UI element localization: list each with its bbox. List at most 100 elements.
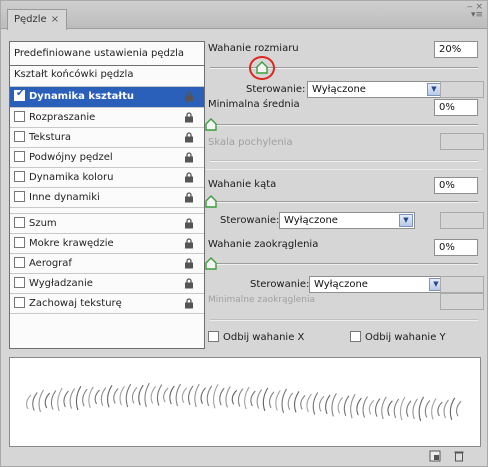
lock-icon[interactable] <box>184 91 194 102</box>
roundness-jitter-slider[interactable] <box>210 263 478 265</box>
list-item-wet-edges[interactable]: Mokre krawędzie <box>10 234 204 254</box>
checkbox[interactable] <box>208 331 219 342</box>
bristle-mark <box>50 390 57 410</box>
bristle-mark <box>206 385 213 407</box>
bristle-mark <box>306 393 312 413</box>
tilt-scale-label: Skala pochylenia <box>208 137 293 148</box>
tilt-scale-slider <box>210 160 478 162</box>
checkbox-wet-edges[interactable] <box>14 237 25 248</box>
checkbox-smoothing[interactable] <box>14 277 25 288</box>
tab-close-icon[interactable]: × <box>51 14 59 25</box>
angle-jitter-label: Wahanie kąta <box>208 179 277 190</box>
list-item-color-dynamics[interactable]: Dynamika koloru <box>10 168 204 188</box>
list-item-label: Tekstura <box>29 132 72 143</box>
roundness-control-select[interactable]: Wyłączone ▼ <box>309 276 445 293</box>
bristle-mark <box>437 401 443 417</box>
bristle-mark <box>331 393 337 417</box>
size-jitter-field[interactable]: 20% <box>434 41 478 58</box>
bristle-mark <box>175 383 182 407</box>
lock-icon[interactable] <box>184 218 194 229</box>
angle-jitter-slider[interactable] <box>210 201 478 203</box>
list-item-noise[interactable]: Szum <box>10 214 204 234</box>
bristle-mark <box>100 387 107 406</box>
brush-presets-button[interactable]: Predefiniowane ustawienia pędzla <box>10 42 204 66</box>
bristle-mark <box>350 393 356 419</box>
list-item-label: Dynamika koloru <box>29 172 114 183</box>
bristle-mark <box>368 399 375 415</box>
checkbox-texture[interactable] <box>14 131 25 142</box>
checkbox-noise[interactable] <box>14 217 25 228</box>
lock-icon[interactable] <box>184 132 194 143</box>
flip-y-checkbox[interactable]: Odbij wahanie Y <box>350 331 446 343</box>
roundness-jitter-field[interactable]: 0% <box>434 239 478 256</box>
lock-icon[interactable] <box>184 298 194 309</box>
bristle-mark <box>138 384 144 406</box>
list-item-label: Wygładzanie <box>29 278 93 289</box>
lock-icon[interactable] <box>184 172 194 183</box>
checkbox-scattering[interactable] <box>14 111 25 122</box>
list-item-other-dynamics[interactable]: Inne dynamiki <box>10 188 204 208</box>
checkbox-protect-texture[interactable] <box>14 297 25 308</box>
size-jitter-label: Wahanie rozmiaru <box>208 43 299 54</box>
bristle-mark <box>244 386 250 410</box>
bristle-mark <box>200 387 206 405</box>
min-diameter-field[interactable]: 0% <box>434 99 478 116</box>
list-item-dual-brush[interactable]: Podwójny pędzel <box>10 148 204 168</box>
chevron-down-icon[interactable]: ▼ <box>399 214 413 227</box>
tilt-scale-field <box>440 133 484 150</box>
list-item-brush-tip-shape[interactable]: Kształt końcówki pędzla <box>10 66 204 87</box>
stroke-preview-graphic <box>25 382 462 422</box>
checkbox-dual-brush[interactable] <box>14 151 25 162</box>
list-item-texture[interactable]: Tekstura <box>10 128 204 148</box>
flip-x-checkbox[interactable]: Odbij wahanie X <box>208 331 304 343</box>
slider-thumb-icon[interactable] <box>205 257 217 270</box>
angle-jitter-field[interactable]: 0% <box>434 177 478 194</box>
panel-menu-icon[interactable]: ▾≡ <box>467 11 483 20</box>
list-item-smoothing[interactable]: Wygładzanie <box>10 274 204 294</box>
angle-control-select[interactable]: Wyłączone ▼ <box>279 212 415 229</box>
checkbox-airbrush[interactable] <box>14 257 25 268</box>
slider-thumb-icon[interactable] <box>205 118 217 131</box>
window-controls[interactable]: ‒ × ▾≡ <box>467 3 483 20</box>
trash-icon[interactable] <box>453 450 465 462</box>
slider-thumb-icon[interactable] <box>205 195 217 208</box>
list-item-protect-texture[interactable]: Zachowaj teksturę <box>10 294 204 314</box>
checkbox-color-dynamics[interactable] <box>14 171 25 182</box>
lock-icon[interactable] <box>184 258 194 269</box>
bristle-mark <box>125 383 132 408</box>
bristle-mark <box>156 384 163 406</box>
bristle-mark <box>362 396 368 418</box>
bristle-mark <box>212 384 219 409</box>
chevron-down-icon[interactable]: ▼ <box>427 83 441 96</box>
min-diameter-slider[interactable] <box>210 124 478 126</box>
bristle-mark <box>374 398 381 417</box>
list-item-label: Zachowaj teksturę <box>29 298 122 309</box>
lock-icon[interactable] <box>184 112 194 123</box>
list-item-scattering[interactable]: Rozpraszanie <box>10 108 204 128</box>
bristle-mark <box>144 382 150 408</box>
lock-icon[interactable] <box>184 238 194 249</box>
lock-icon[interactable] <box>184 278 194 289</box>
bristle-mark <box>187 385 194 406</box>
bristle-mark <box>418 396 425 422</box>
checkbox[interactable] <box>350 331 361 342</box>
brush-stroke-preview <box>9 357 481 447</box>
bristle-mark <box>431 398 437 420</box>
roundness-jitter-label: Wahanie zaokrąglenia <box>208 239 319 250</box>
new-brush-icon[interactable] <box>429 450 441 462</box>
list-item-airbrush[interactable]: Aerograf <box>10 254 204 274</box>
lock-icon[interactable] <box>184 192 194 203</box>
section-divider <box>206 169 482 170</box>
bristle-mark <box>399 396 406 421</box>
bristle-mark <box>94 389 100 405</box>
size-control-select[interactable]: Wyłączone ▼ <box>307 81 443 98</box>
list-item-shape-dynamics[interactable]: ✔ Dynamika kształtu <box>10 87 204 107</box>
checkbox-shape-dynamics[interactable]: ✔ <box>14 88 25 101</box>
tab-brushes[interactable]: Pędzle × <box>7 9 67 30</box>
lock-icon[interactable] <box>184 152 194 163</box>
checkbox-other-dynamics[interactable] <box>14 191 25 202</box>
min-roundness-field <box>440 293 484 310</box>
bristle-mark <box>219 387 225 406</box>
bristle-mark <box>119 385 125 406</box>
bristle-mark <box>337 397 344 414</box>
